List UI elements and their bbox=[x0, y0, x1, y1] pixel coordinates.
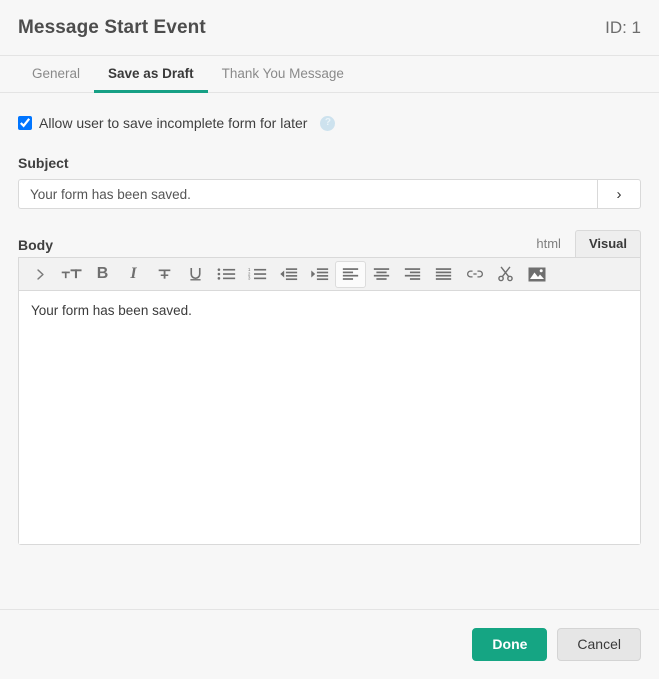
editor-mode-html[interactable]: html bbox=[522, 230, 575, 257]
body-label: Body bbox=[18, 237, 53, 253]
tab-save-as-draft[interactable]: Save as Draft bbox=[94, 57, 208, 93]
body-header: Body html Visual bbox=[18, 230, 641, 257]
editor-toolbar: B I 1 2 3 bbox=[19, 258, 640, 291]
tab-bar: General Save as Draft Thank You Message bbox=[0, 56, 659, 93]
editor-mode-visual[interactable]: Visual bbox=[574, 230, 641, 257]
align-left-icon[interactable] bbox=[335, 260, 366, 288]
editor-mode-tabs: html Visual bbox=[522, 230, 641, 257]
allow-save-label: Allow user to save incomplete form for l… bbox=[39, 115, 308, 131]
rich-text-editor: B I 1 2 3 Your form has been saved. bbox=[18, 257, 641, 545]
italic-icon[interactable]: I bbox=[118, 261, 149, 288]
svg-text:3: 3 bbox=[248, 276, 251, 281]
id-label: ID: 1 bbox=[605, 17, 641, 37]
subject-field-group: › bbox=[18, 179, 641, 209]
tab-thank-you-message[interactable]: Thank You Message bbox=[208, 57, 358, 93]
cut-icon[interactable] bbox=[490, 261, 521, 288]
dialog-content: Allow user to save incomplete form for l… bbox=[0, 93, 659, 609]
dialog-header: Message Start Event ID: 1 bbox=[0, 0, 659, 56]
link-icon[interactable] bbox=[459, 261, 490, 288]
tab-general[interactable]: General bbox=[18, 57, 94, 93]
page-title: Message Start Event bbox=[18, 16, 206, 38]
help-icon[interactable]: ? bbox=[320, 115, 336, 131]
image-icon[interactable] bbox=[521, 261, 552, 288]
dialog-footer: Done Cancel bbox=[0, 609, 659, 679]
allow-save-checkbox[interactable] bbox=[18, 116, 32, 130]
strikethrough-icon[interactable] bbox=[149, 261, 180, 288]
indent-icon[interactable] bbox=[304, 261, 335, 288]
numbered-list-icon[interactable]: 1 2 3 bbox=[242, 261, 273, 288]
subject-label: Subject bbox=[18, 155, 69, 171]
align-justify-icon[interactable] bbox=[428, 261, 459, 288]
done-button[interactable]: Done bbox=[472, 628, 548, 661]
cancel-button[interactable]: Cancel bbox=[557, 628, 641, 661]
allow-save-row: Allow user to save incomplete form for l… bbox=[18, 113, 641, 133]
underline-icon[interactable] bbox=[180, 261, 211, 288]
expand-toolbar-icon[interactable] bbox=[25, 261, 56, 288]
body-editor-content[interactable]: Your form has been saved. bbox=[19, 291, 640, 544]
outdent-icon[interactable] bbox=[273, 261, 304, 288]
subject-expand-button[interactable]: › bbox=[597, 179, 641, 209]
bullet-list-icon[interactable] bbox=[211, 261, 242, 288]
subject-input[interactable] bbox=[18, 179, 597, 209]
font-size-icon[interactable] bbox=[56, 261, 87, 288]
bold-icon[interactable]: B bbox=[87, 261, 118, 288]
align-center-icon[interactable] bbox=[366, 261, 397, 288]
align-right-icon[interactable] bbox=[397, 261, 428, 288]
message-start-event-dialog: Message Start Event ID: 1 General Save a… bbox=[0, 0, 659, 679]
